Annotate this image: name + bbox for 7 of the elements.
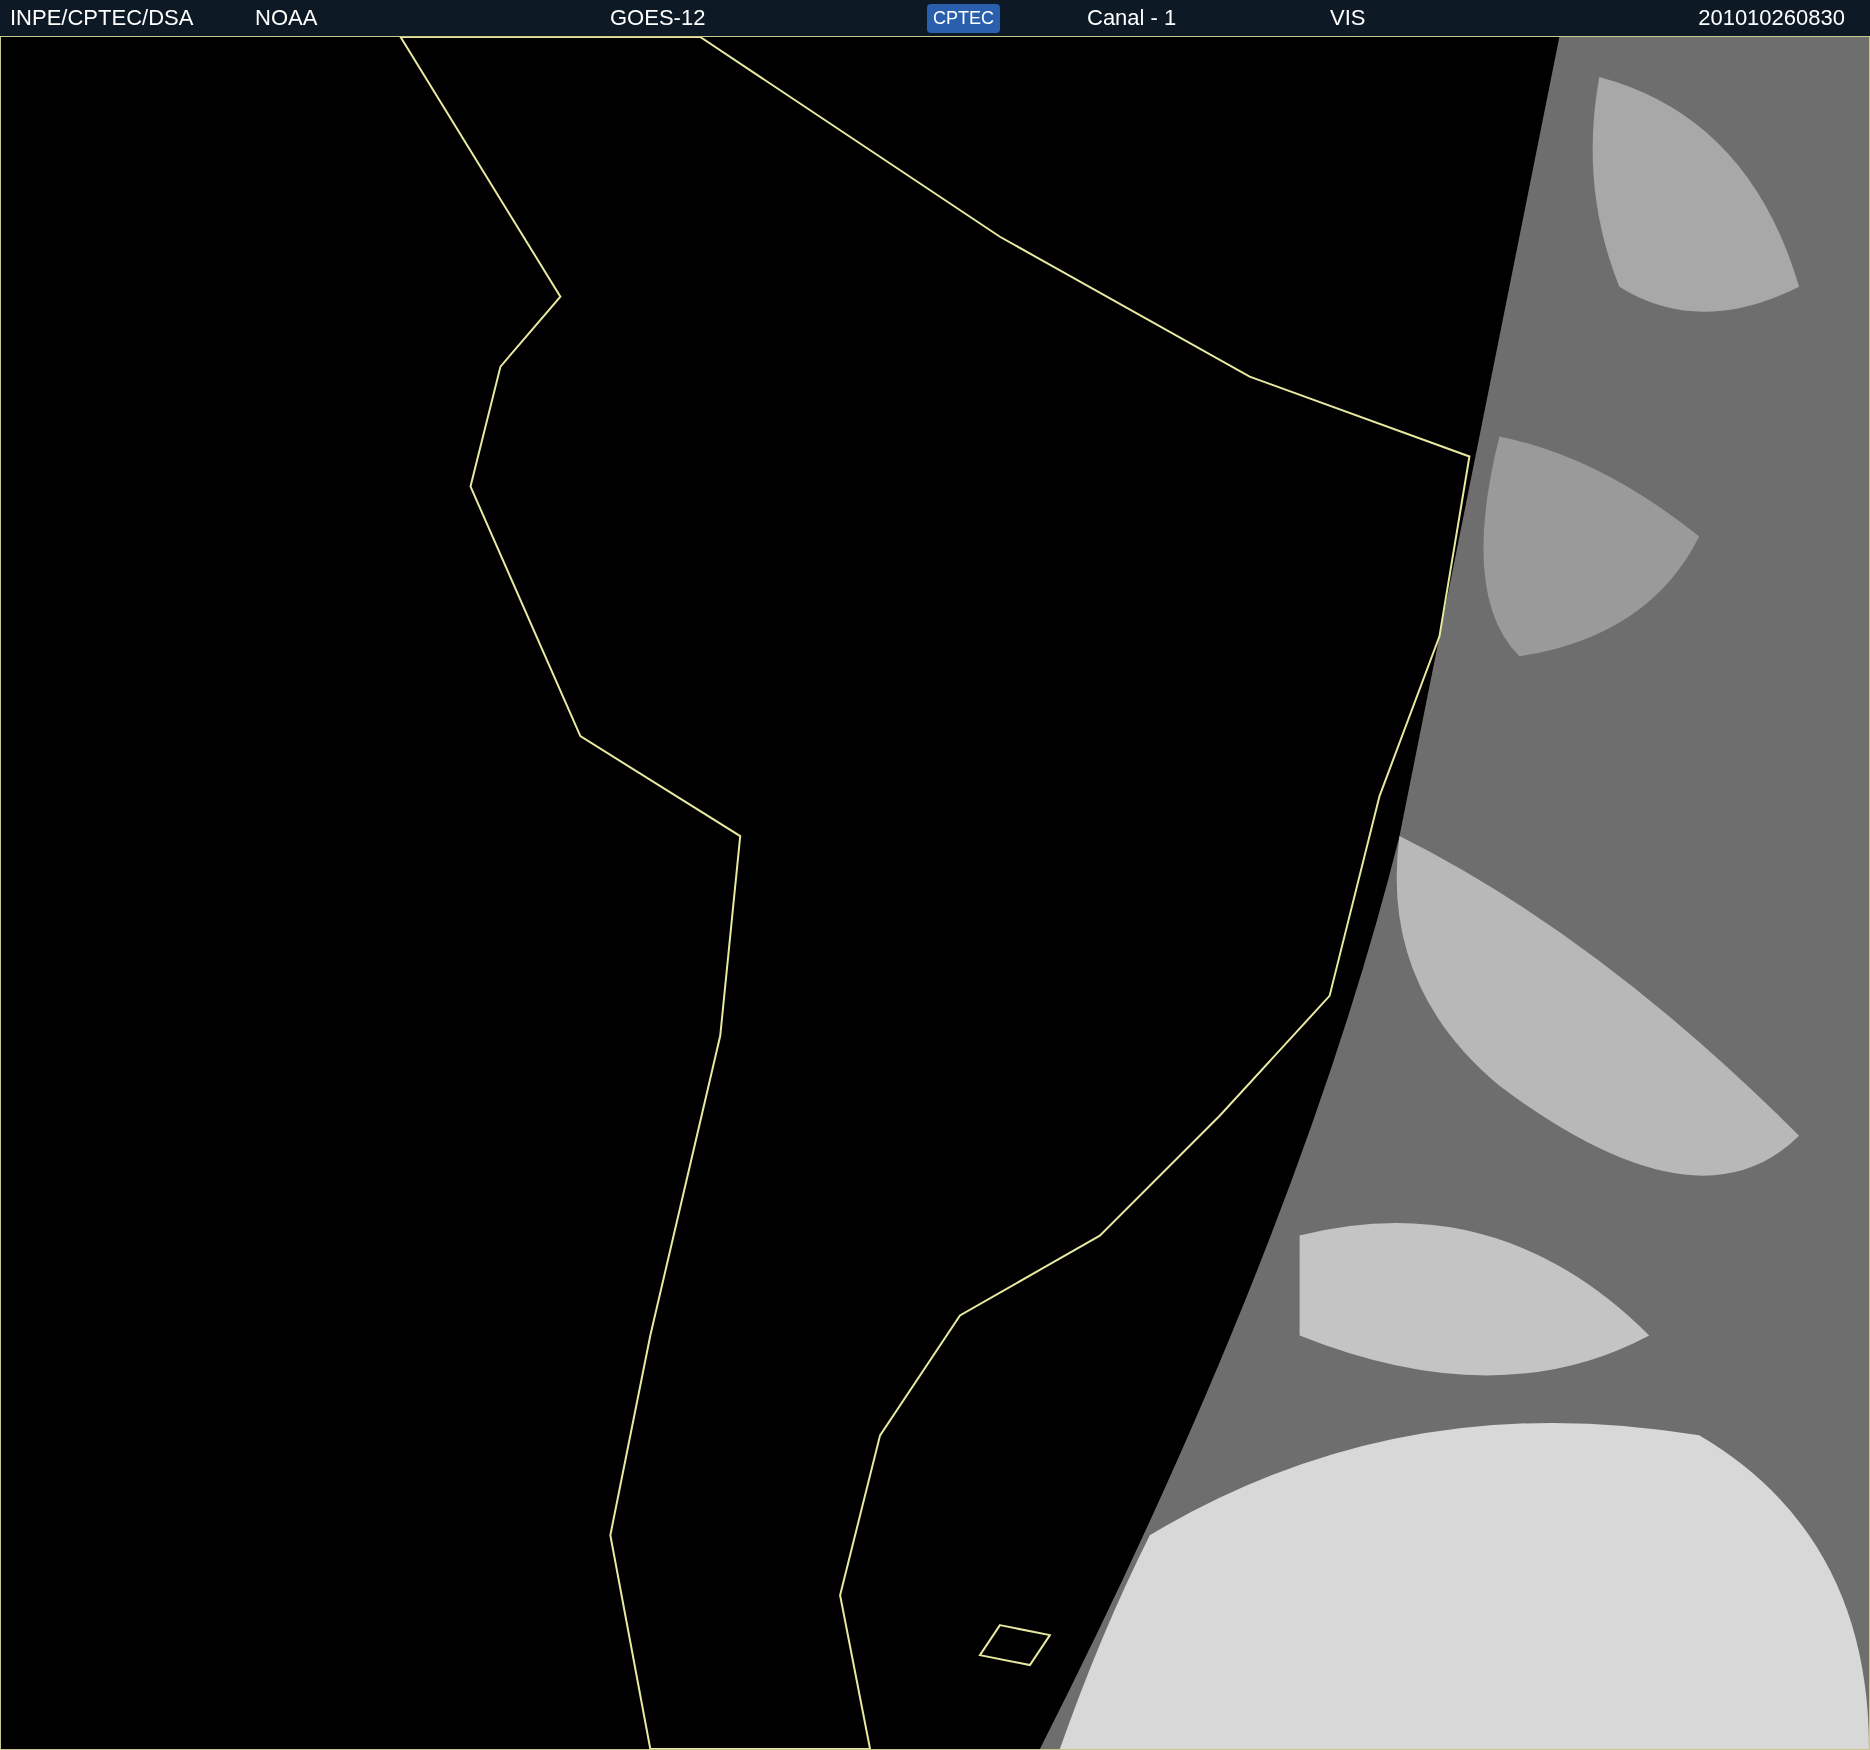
header-text: NOAA	[255, 5, 318, 30]
header-text: GOES-12	[610, 5, 706, 30]
timestamp: 201010260830	[1698, 5, 1846, 31]
header-text: Canal - 1	[1087, 5, 1177, 30]
header-text: INPE/CPTEC/DSA	[10, 5, 194, 30]
logo-badge: CPTEC	[927, 3, 1000, 33]
header-text: VIS	[1330, 5, 1366, 30]
